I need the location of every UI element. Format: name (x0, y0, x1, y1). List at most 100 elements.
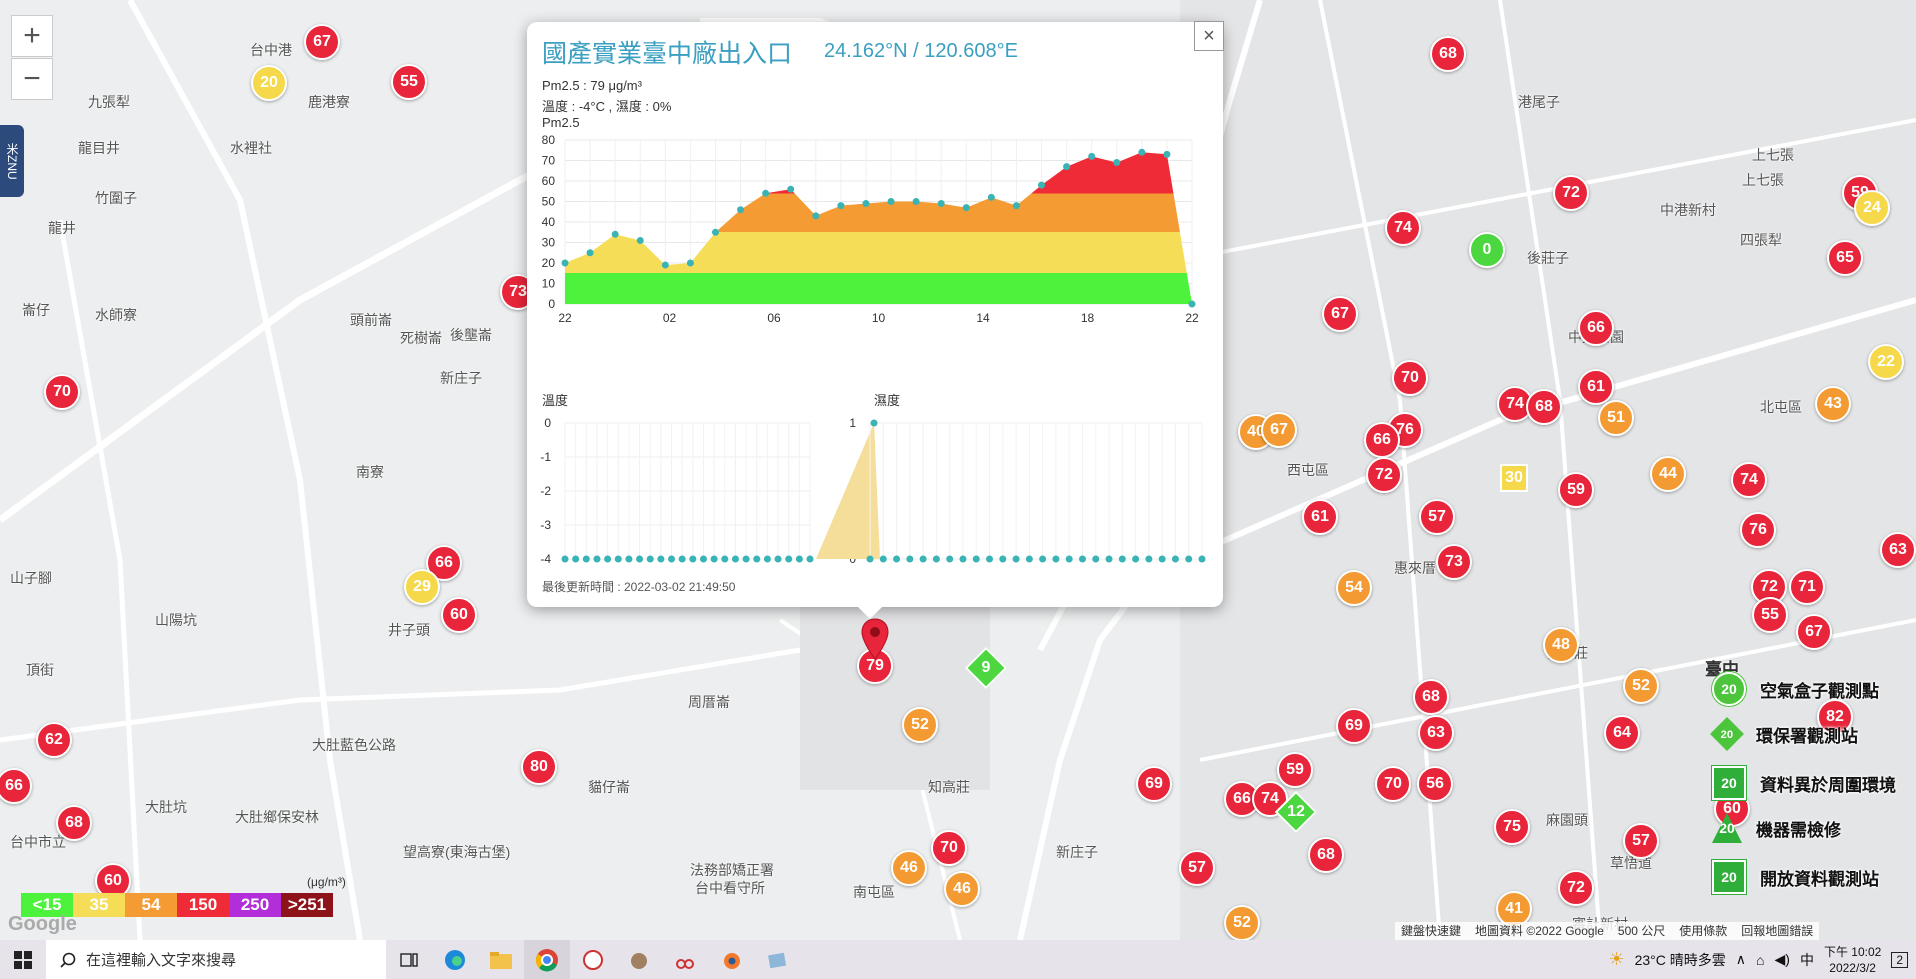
map-footer-link[interactable]: 回報地圖錯誤 (1741, 922, 1813, 940)
chrome-app[interactable] (524, 940, 570, 979)
sensor-marker[interactable]: 20 (251, 65, 287, 101)
sensor-marker[interactable]: 60 (441, 597, 477, 633)
sensor-marker[interactable]: 68 (1430, 36, 1466, 72)
sensor-marker[interactable]: 66 (1578, 310, 1614, 346)
sensor-marker[interactable]: 52 (1224, 905, 1260, 940)
zoom-in-button[interactable]: + (11, 15, 53, 57)
anomaly-station-marker[interactable]: 30 (1500, 464, 1528, 492)
map-footer-link[interactable]: 鍵盤快速鍵 (1401, 922, 1461, 940)
sensor-marker[interactable]: 56 (1417, 766, 1453, 802)
sensor-marker[interactable]: 70 (44, 374, 80, 410)
app-7[interactable] (662, 940, 708, 979)
sensor-marker[interactable]: 55 (391, 64, 427, 100)
sensor-marker[interactable]: 70 (931, 830, 967, 866)
sensor-marker[interactable]: 73 (1436, 544, 1472, 580)
sensor-marker[interactable]: 57 (1623, 823, 1659, 859)
sensor-marker[interactable]: 67 (1796, 614, 1832, 650)
sensor-marker[interactable]: 63 (1880, 532, 1916, 568)
sensor-marker[interactable]: 59 (1277, 752, 1313, 788)
sensor-marker[interactable]: 54 (1336, 570, 1372, 606)
map-footer-link[interactable]: 使用條款 (1679, 922, 1727, 940)
sensor-marker[interactable]: 22 (1868, 344, 1904, 380)
chevron-up-icon[interactable]: ∧ (1736, 951, 1746, 968)
notification-count[interactable]: 2 (1891, 951, 1908, 968)
sensor-marker[interactable]: 44 (1650, 456, 1686, 492)
sensor-marker[interactable]: 59 (1558, 472, 1594, 508)
sensor-marker[interactable]: 67 (1261, 412, 1297, 448)
sensor-marker[interactable]: 68 (56, 805, 92, 841)
network-icon[interactable]: ⌂ (1756, 952, 1764, 968)
sensor-marker[interactable]: 57 (1419, 499, 1455, 535)
sensor-marker[interactable]: 24 (1854, 190, 1890, 226)
sensor-marker[interactable]: 69 (1136, 766, 1172, 802)
sensor-marker[interactable]: 29 (404, 569, 440, 605)
sensor-marker[interactable]: 68 (1526, 389, 1562, 425)
x-tick-label: 18 (1081, 311, 1095, 325)
sensor-marker[interactable]: 68 (1413, 679, 1449, 715)
sensor-marker[interactable]: 55 (1752, 597, 1788, 633)
sensor-marker[interactable]: 65 (1827, 240, 1863, 276)
station-legend-item[interactable]: 20 空氣盒子觀測點 (1712, 672, 1879, 706)
pm25-point (1188, 300, 1196, 308)
close-button[interactable]: × (1194, 21, 1224, 51)
humidity-point (932, 555, 940, 563)
map-footer-link[interactable]: 500 公尺 (1618, 922, 1665, 940)
sensor-marker[interactable]: 52 (1623, 668, 1659, 704)
sensor-marker[interactable]: 66 (1364, 422, 1400, 458)
map-footer-link[interactable]: 地圖資料 ©2022 Google (1475, 922, 1604, 940)
station-legend-item[interactable]: 20 環保署觀測站 (1710, 717, 1858, 751)
sensor-marker[interactable]: 69 (1336, 708, 1372, 744)
app-5[interactable] (570, 940, 616, 979)
sensor-marker[interactable]: 70 (1392, 360, 1428, 396)
ime-indicator[interactable]: 中 (1800, 950, 1814, 970)
sensor-marker[interactable]: 61 (1302, 499, 1338, 535)
place-label: 上七張 (1752, 147, 1794, 163)
sensor-marker[interactable]: 46 (891, 850, 927, 886)
station-legend-item[interactable]: 20 機器需檢修 (1712, 813, 1841, 843)
sensor-marker[interactable]: 67 (304, 24, 340, 60)
taskbar-search[interactable]: 在這裡輸入文字來搜尋 (46, 940, 386, 979)
location-pin-icon (861, 618, 889, 660)
sensor-marker[interactable]: 46 (944, 871, 980, 907)
sensor-marker[interactable]: 72 (1558, 870, 1594, 906)
sensor-marker[interactable]: 72 (1366, 457, 1402, 493)
sensor-marker[interactable]: 67 (1322, 296, 1358, 332)
sensor-marker[interactable]: 72 (1553, 175, 1589, 211)
station-legend-item[interactable]: 20 資料異於周圍環境 (1712, 766, 1896, 800)
app-8[interactable] (708, 940, 754, 979)
start-button[interactable] (0, 940, 46, 979)
weather-text[interactable]: 23°C 晴時多雲 (1635, 950, 1726, 970)
sensor-marker[interactable]: 0 (1469, 232, 1505, 268)
sensor-marker[interactable]: 61 (1578, 369, 1614, 405)
sensor-marker[interactable]: 64 (1604, 715, 1640, 751)
sensor-marker[interactable]: 76 (1740, 512, 1776, 548)
app-9[interactable] (754, 940, 800, 979)
sensor-marker[interactable]: 71 (1789, 569, 1825, 605)
place-label: 後壟崙 (450, 327, 492, 343)
station-value: 9 (981, 659, 991, 676)
zoom-out-button[interactable]: − (11, 58, 53, 100)
side-tab[interactable]: 米ZNU (0, 125, 24, 197)
task-view-button[interactable] (386, 940, 432, 979)
sensor-marker[interactable]: 48 (1543, 627, 1579, 663)
sensor-marker[interactable]: 63 (1418, 715, 1454, 751)
sensor-marker[interactable]: 51 (1598, 400, 1634, 436)
clock[interactable]: 下午 10:02 2022/3/2 (1824, 944, 1881, 976)
sensor-marker[interactable]: 75 (1494, 809, 1530, 845)
sensor-marker[interactable]: 74 (1731, 462, 1767, 498)
station-legend-item[interactable]: 20 開放資料觀測站 (1712, 860, 1879, 894)
sensor-marker[interactable]: 80 (521, 749, 557, 785)
sensor-marker[interactable]: 68 (1308, 837, 1344, 873)
explorer-app[interactable] (478, 940, 524, 979)
sensor-marker[interactable]: 74 (1385, 210, 1421, 246)
sensor-marker[interactable]: 57 (1179, 850, 1215, 886)
sensor-marker[interactable]: 62 (36, 722, 72, 758)
volume-icon[interactable]: ◀) (1775, 951, 1790, 968)
app-6[interactable] (616, 940, 662, 979)
place-label: 新庄子 (1056, 844, 1098, 860)
sensor-marker[interactable]: 52 (902, 707, 938, 743)
windows-icon (14, 950, 32, 969)
sensor-marker[interactable]: 70 (1375, 766, 1411, 802)
edge-app[interactable] (432, 940, 478, 979)
sensor-marker[interactable]: 43 (1815, 386, 1851, 422)
